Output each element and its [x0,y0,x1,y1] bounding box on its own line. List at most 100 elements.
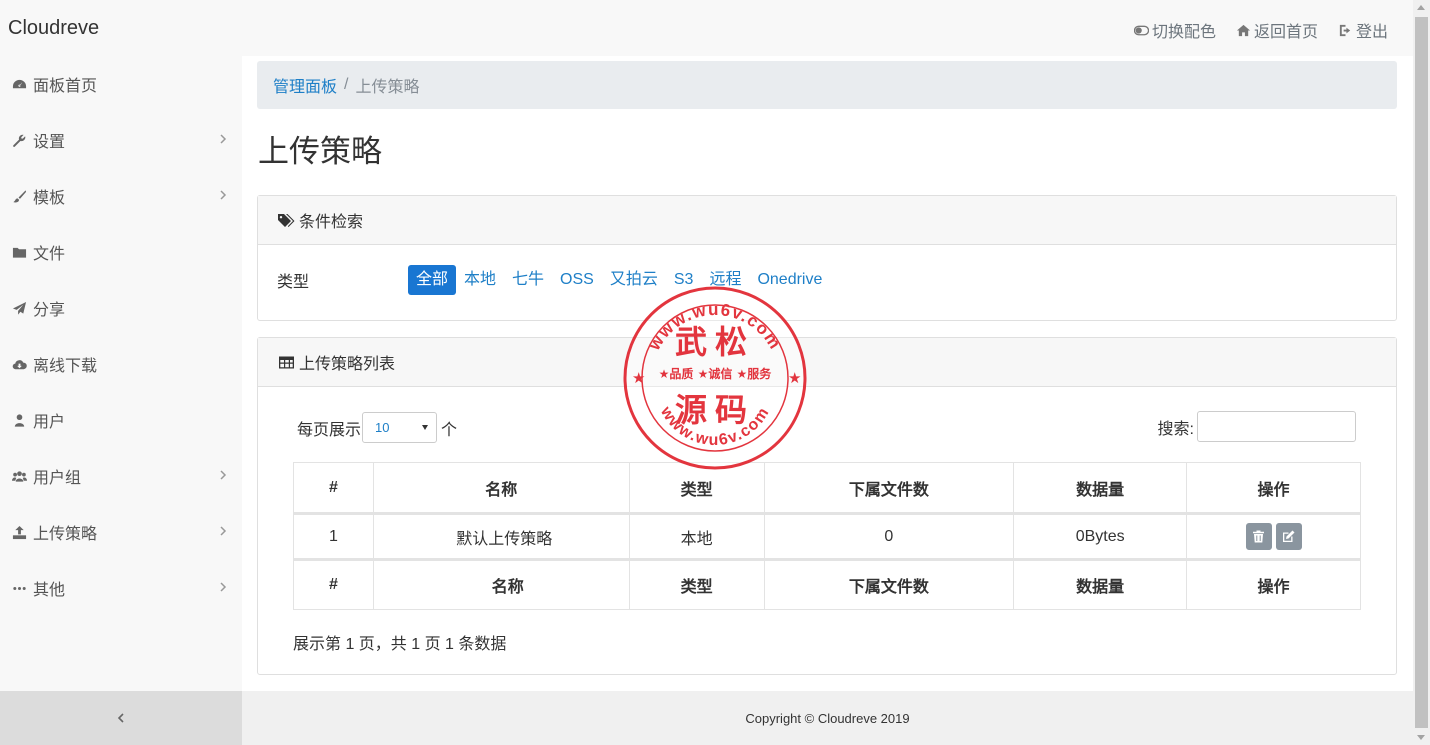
page-scrollbar[interactable] [1413,0,1430,745]
column-header-name[interactable]: 名称 [372,462,630,515]
dashboard-icon [10,75,28,93]
scrollbar-thumb[interactable] [1415,17,1428,728]
filter-card-header: 条件检索 [258,196,1396,245]
back-home-label: 返回首页 [1253,24,1318,41]
column-header-file-count[interactable]: 下属文件数 [763,462,1015,515]
type-filter-label: 类型 [277,274,310,291]
cell-file-count: 0 [763,513,1015,560]
sidebar-item-label: 模板 [33,190,66,207]
delete-button[interactable] [1245,523,1272,550]
scroll-up-arrow-icon[interactable] [1417,5,1425,10]
page-length-value: 10 [375,420,390,435]
search-input[interactable] [1197,411,1356,442]
edit-icon [1283,530,1295,542]
page-length-prefix: 每页展示 [297,421,362,439]
filter-option-upyun[interactable]: 又拍云 [602,265,666,295]
column-footer-actions: 操作 [1186,558,1361,610]
column-footer-data-size: 数据量 [1013,558,1188,610]
sidebar-item-label: 分享 [33,302,66,319]
users-icon [10,467,28,485]
row-actions [1245,523,1302,550]
filter-option-remote[interactable]: 远程 [701,265,749,295]
top-navbar: Cloudreve 切换配色 返回首页 登出 [0,0,1413,56]
sidebar-item-shares[interactable]: 分享 [0,280,242,336]
type-filter-row: 类型 全部 本地 七牛 OSS 又拍云 S3 远程 Onedrive [277,265,830,295]
scroll-down-arrow-icon[interactable] [1417,735,1425,740]
page-length-control: 每页展示 10 个 [297,412,457,443]
page-length-select[interactable]: 10 [362,412,438,443]
page-length-suffix: 个 [441,421,458,439]
breadcrumb-admin-panel-link[interactable]: 管理面板 [273,73,337,97]
sidebar-item-templates[interactable]: 模板 [0,168,242,224]
type-filter-options: 全部 本地 七牛 OSS 又拍云 S3 远程 Onedrive [408,265,830,295]
sidebar-item-users[interactable]: 用户 [0,392,242,448]
user-icon [10,411,28,429]
edit-button[interactable] [1275,523,1302,550]
logout-label: 登出 [1355,24,1388,41]
column-header-id[interactable]: # [293,462,374,515]
filter-option-all[interactable]: 全部 [408,265,457,295]
copyright-text: Copyright © Cloudreve 2019 [745,710,910,726]
sidebar-item-others[interactable]: 其他 [0,560,242,616]
paint-brush-icon [10,187,28,205]
filter-card-title: 条件检索 [299,214,364,231]
table-footer-row: # 名称 类型 下属文件数 数据量 操作 [293,558,1361,610]
breadcrumb: 管理面板 / 上传策略 [257,61,1397,109]
cloud-download-icon [10,355,28,373]
back-home-link[interactable]: 返回首页 [1236,18,1318,42]
cell-type: 本地 [628,513,765,560]
trash-icon [1253,530,1265,543]
sidebar-item-label: 上传策略 [33,526,98,543]
table-row: 1 默认上传策略 本地 0 0Bytes [293,513,1361,560]
filter-card: 条件检索 类型 全部 本地 七牛 OSS 又拍云 S3 远程 Onedrive [257,195,1397,321]
sidebar: 面板首页 设置 模板 文件 分享 离线下载 用户 用户组 上传策略 其他 [0,56,242,691]
column-footer-id: # [293,558,374,610]
policy-list-card-title: 上传策略列表 [299,356,396,373]
home-icon [1236,24,1251,36]
sidebar-item-offline-download[interactable]: 离线下载 [0,336,242,392]
table-icon [279,356,294,368]
page-footer: Copyright © Cloudreve 2019 [242,691,1413,745]
toggle-theme-link[interactable]: 切换配色 [1133,18,1216,42]
column-header-data-size[interactable]: 数据量 [1013,462,1188,515]
caret-down-icon [422,425,429,430]
sidebar-item-label: 用户组 [33,470,82,487]
sidebar-item-dashboard[interactable]: 面板首页 [0,56,242,112]
toggle-icon [1133,25,1149,35]
filter-option-s3[interactable]: S3 [666,265,702,295]
paper-plane-icon [10,299,28,317]
sidebar-item-label: 设置 [33,134,66,151]
breadcrumb-separator: / [344,76,349,93]
upload-icon [10,523,28,541]
filter-option-onedrive[interactable]: Onedrive [749,265,830,295]
filter-option-oss[interactable]: OSS [552,265,602,295]
sidebar-collapse-button[interactable] [0,691,242,745]
sidebar-item-label: 文件 [33,246,66,263]
breadcrumb-current: 上传策略 [355,79,420,96]
tags-icon [278,213,295,227]
filter-option-local[interactable]: 本地 [456,265,504,295]
table-info: 展示第 1 页，共 1 页 1 条数据 [293,636,507,653]
policy-list-card-header: 上传策略列表 [258,338,1396,387]
sidebar-item-user-groups[interactable]: 用户组 [0,448,242,504]
sign-out-icon [1339,24,1351,36]
chevron-right-icon [218,580,228,594]
filter-option-qiniu[interactable]: 七牛 [504,265,552,295]
ellipsis-icon [10,579,28,597]
column-footer-file-count: 下属文件数 [763,558,1015,610]
sidebar-item-settings[interactable]: 设置 [0,112,242,168]
page-title: 上传策略 [258,134,382,169]
chevron-left-icon [117,713,124,723]
sidebar-item-label: 用户 [33,414,66,431]
sidebar-item-label: 面板首页 [33,78,98,95]
wrench-icon [10,131,28,149]
toggle-theme-label: 切换配色 [1151,24,1216,41]
sidebar-item-upload-policies[interactable]: 上传策略 [0,504,242,560]
sidebar-item-files[interactable]: 文件 [0,224,242,280]
brand-logo-text[interactable]: Cloudreve [8,17,99,40]
logout-link[interactable]: 登出 [1338,18,1388,42]
column-header-type[interactable]: 类型 [628,462,765,515]
chevron-right-icon [218,132,228,146]
column-footer-type: 类型 [628,558,765,610]
column-header-actions: 操作 [1186,462,1361,515]
